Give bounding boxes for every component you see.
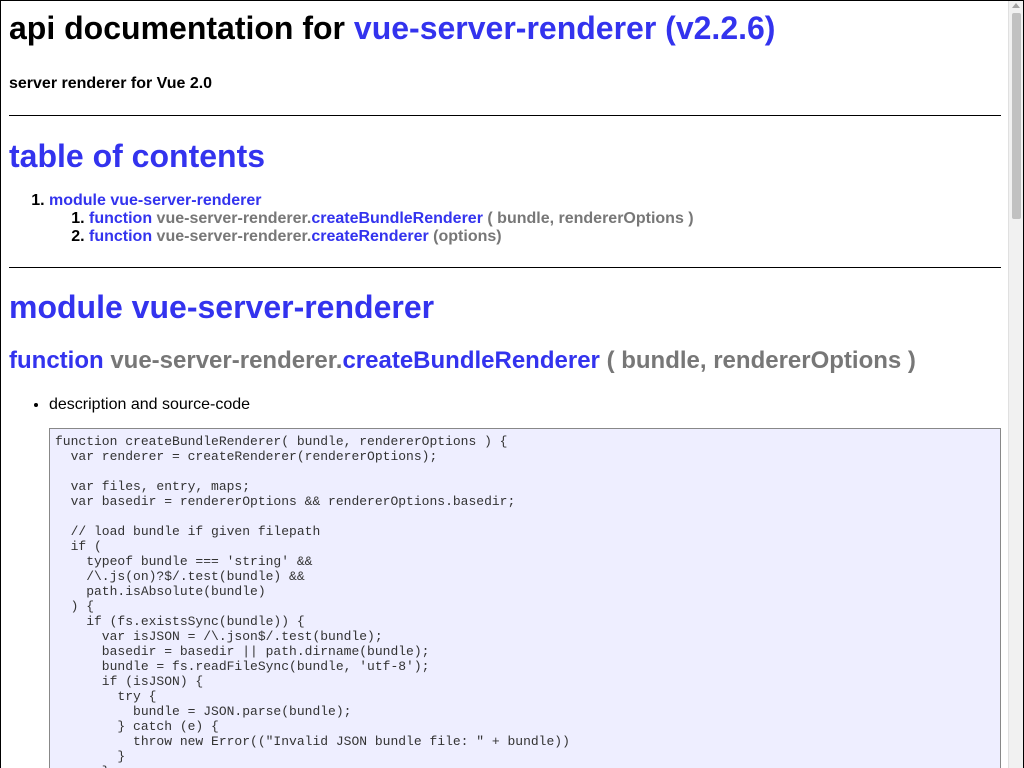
toc-function-prefix: vue-server-renderer. xyxy=(156,228,312,245)
toc-sublist: function vue-server-renderer.createBundl… xyxy=(49,210,1001,246)
function-keyword[interactable]: function xyxy=(9,347,104,374)
doc-page: api documentation for vue-server-rendere… xyxy=(9,1,1001,768)
toc-list: module vue-server-renderer function vue-… xyxy=(9,192,1001,246)
source-code-block: function createBundleRenderer( bundle, r… xyxy=(49,428,1001,768)
function-args: ( bundle, rendererOptions ) xyxy=(606,347,916,374)
browser-viewport: api documentation for vue-server-rendere… xyxy=(0,0,1024,768)
title-prefix: api documentation for xyxy=(9,10,345,46)
toc-function-name-link[interactable]: createBundleRenderer xyxy=(311,210,483,227)
function-prefix: vue-server-renderer. xyxy=(110,347,343,374)
page-title: api documentation for vue-server-rendere… xyxy=(9,10,1001,46)
module-heading: module vue-server-renderer xyxy=(9,289,435,325)
toc-function-name-link[interactable]: createRenderer xyxy=(311,228,428,245)
toc-function-keyword[interactable]: function xyxy=(89,228,152,245)
toc-item-function: function vue-server-renderer.createBundl… xyxy=(89,210,1001,228)
vertical-scrollbar[interactable] xyxy=(1008,1,1023,768)
function-heading: function vue-server-renderer.createBundl… xyxy=(9,347,1001,375)
toc-module-link[interactable]: module vue-server-renderer xyxy=(49,192,262,209)
package-description: server renderer for Vue 2.0 xyxy=(9,75,213,92)
divider xyxy=(9,115,1001,116)
package-link[interactable]: vue-server-renderer (v2.2.6) xyxy=(354,10,776,46)
description-list: description and source-code xyxy=(9,396,1001,414)
toc-function-prefix: vue-server-renderer. xyxy=(156,210,312,227)
toc-item-function: function vue-server-renderer.createRende… xyxy=(89,228,1001,246)
function-name-link[interactable]: createBundleRenderer xyxy=(342,347,599,374)
toc-item-module: module vue-server-renderer function vue-… xyxy=(49,192,1001,246)
divider xyxy=(9,267,1001,268)
scroll-up-arrow-icon[interactable] xyxy=(1012,3,1020,8)
scrollbar-thumb[interactable] xyxy=(1012,13,1021,219)
toc-function-args: (options) xyxy=(433,228,502,245)
description-item: description and source-code xyxy=(49,396,1001,414)
toc-function-keyword[interactable]: function xyxy=(89,210,152,227)
toc-function-args: ( bundle, rendererOptions ) xyxy=(487,210,694,227)
toc-heading: table of contents xyxy=(9,138,266,174)
